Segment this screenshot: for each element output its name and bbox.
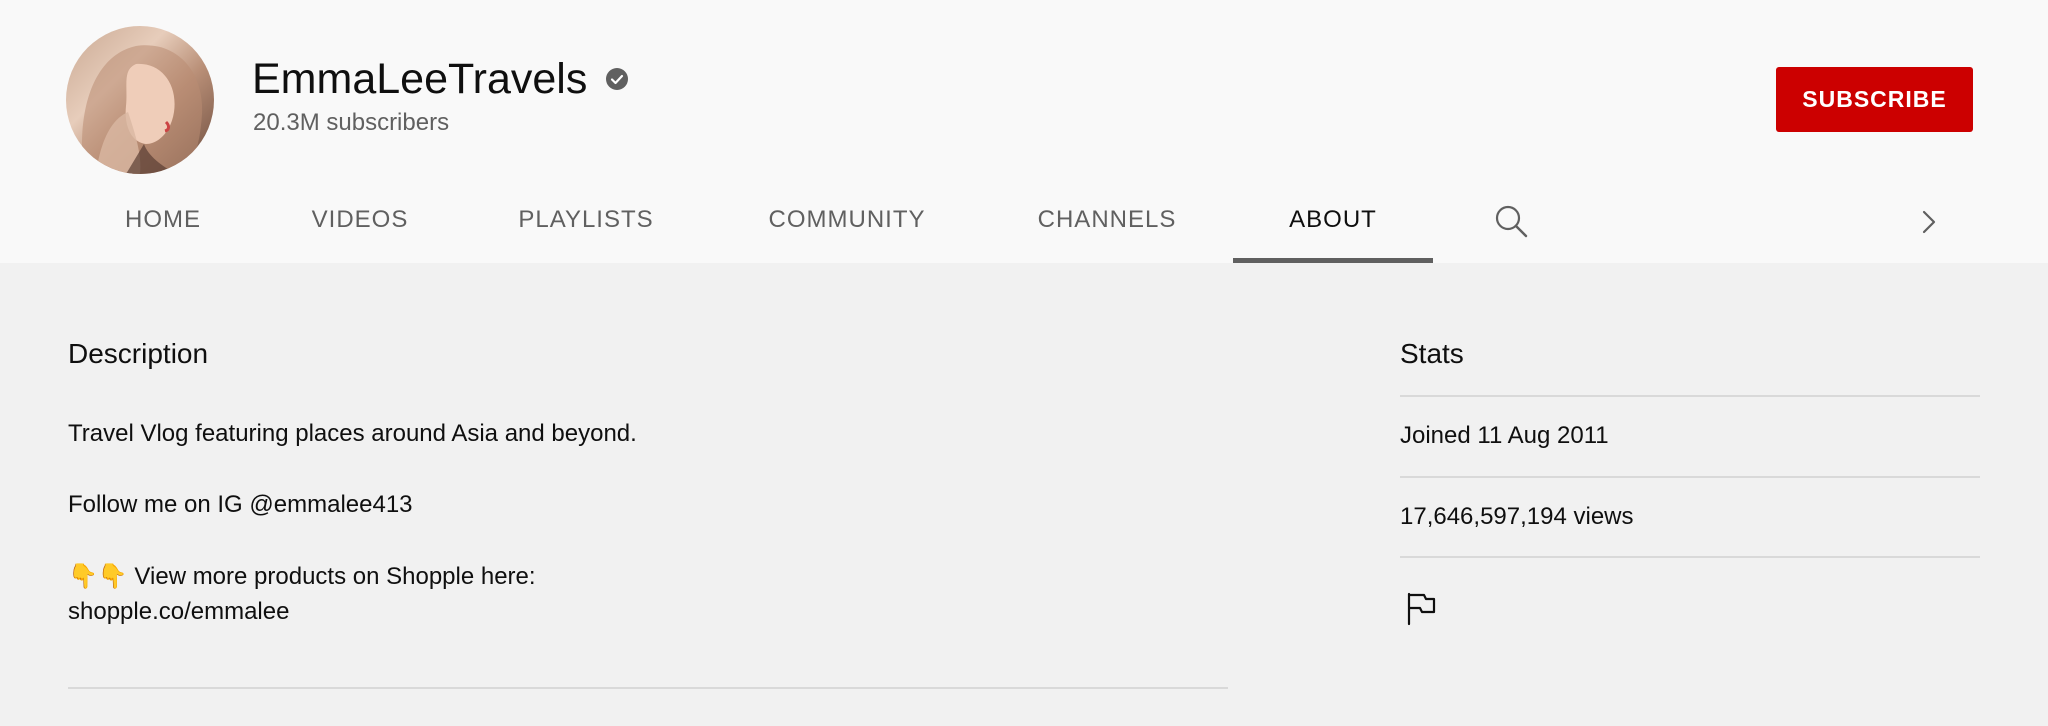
verified-check-icon <box>606 68 629 90</box>
channel-tabs: HOME VIDEOS PLAYLISTS COMMUNITY CHANNELS… <box>0 190 2048 263</box>
view-count: 17,646,597,194 views <box>1400 503 1634 530</box>
channel-avatar[interactable] <box>66 26 214 174</box>
joined-date: Joined 11 Aug 2011 <box>1400 422 1609 449</box>
stats-heading: Stats <box>1400 338 1464 369</box>
description-line: 👇👇 View more products on Shopple here: <box>68 563 536 590</box>
chevron-right-icon[interactable] <box>1914 204 1944 240</box>
channel-header: EmmaLeeTravels 20.3M subscribers SUBSCRI… <box>0 0 2048 263</box>
subscriber-count: 20.3M subscribers <box>253 109 450 136</box>
description-divider <box>68 687 1228 689</box>
search-icon[interactable] <box>1492 202 1532 242</box>
stats-divider <box>1400 556 1980 558</box>
subscribe-button[interactable]: SUBSCRIBE <box>1776 67 1973 132</box>
tab-about[interactable]: ABOUT <box>1233 190 1433 263</box>
flag-icon[interactable] <box>1404 590 1438 626</box>
tab-videos[interactable]: VIDEOS <box>290 190 430 263</box>
tab-home[interactable]: HOME <box>98 190 228 263</box>
channel-title: EmmaLeeTravels <box>252 52 629 106</box>
description-line: Travel Vlog featuring places around Asia… <box>68 420 637 447</box>
stats-divider <box>1400 476 1980 478</box>
description-line: Follow me on IG @emmalee413 <box>68 491 413 518</box>
description-link[interactable]: shopple.co/emmalee <box>68 595 289 629</box>
stats-divider <box>1400 395 1980 397</box>
channel-name: EmmaLeeTravels <box>252 55 588 103</box>
tab-playlists[interactable]: PLAYLISTS <box>500 190 672 263</box>
tab-channels[interactable]: CHANNELS <box>1016 190 1198 263</box>
tab-community[interactable]: COMMUNITY <box>742 190 952 263</box>
description-heading: Description <box>68 338 209 369</box>
